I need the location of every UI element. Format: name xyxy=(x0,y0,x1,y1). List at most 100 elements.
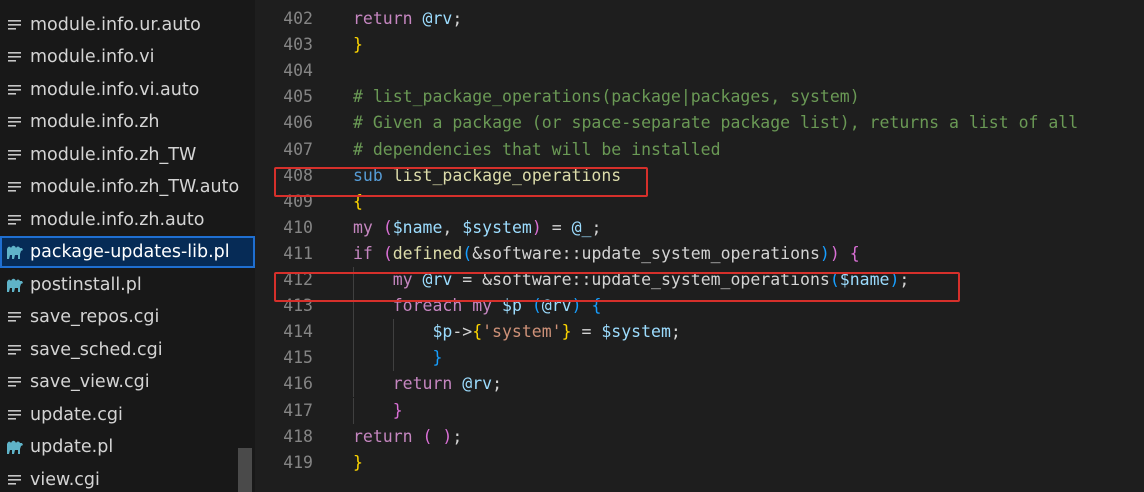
code-text: return @rv; xyxy=(353,6,462,32)
file-item[interactable]: update.cgi xyxy=(0,399,255,431)
code-token: ; xyxy=(452,426,463,446)
file-name: module.info.zh.auto xyxy=(30,210,205,230)
code-token: ( ) xyxy=(422,426,453,446)
code-editor[interactable]: 402 return @rv; 403} 404 405 # list_package_o… xyxy=(255,0,1144,492)
code-token: &software::update_system_operations xyxy=(472,243,820,263)
text-file-icon xyxy=(4,409,26,421)
perl-camel-icon xyxy=(4,244,26,260)
text-file-icon xyxy=(4,474,26,486)
code-token: { xyxy=(472,322,483,342)
code-line: 410 my ($name, $system) = @_; xyxy=(255,215,1144,241)
file-item[interactable]: module.info.zh xyxy=(0,106,255,138)
code-line: 406 # Given a package (or space-separate … xyxy=(255,110,1144,136)
code-line: 415} xyxy=(255,345,1144,372)
code-text: return @rv; xyxy=(393,371,502,397)
code-token: $name xyxy=(392,217,443,237)
code-text: $p->{'system'} = $system; xyxy=(432,319,680,345)
code-line: 414 $p->{'system'} = $system; xyxy=(255,319,1144,346)
code-token: # list_package_operations(package|packag… xyxy=(353,87,860,107)
file-item[interactable]: module.info.zh_TW.auto xyxy=(0,171,255,203)
file-name: postinstall.pl xyxy=(30,275,142,295)
code-token: } xyxy=(353,452,363,472)
code-text: # dependencies that will be installed xyxy=(353,137,721,163)
file-item[interactable]: save_repos.cgi xyxy=(0,301,255,333)
line-number: 406 xyxy=(283,113,313,133)
text-file-icon xyxy=(4,149,26,161)
file-name: module.info.vi.auto xyxy=(30,80,200,100)
code-token: @rv xyxy=(462,374,493,394)
highlight-box-sub-declaration xyxy=(274,167,648,197)
line-number: 419 xyxy=(283,452,313,472)
text-file-icon xyxy=(4,19,26,31)
file-item[interactable]: view.cgi xyxy=(0,464,255,492)
code-token: $system xyxy=(601,322,671,342)
code-token: = xyxy=(571,322,602,342)
code-token: $p xyxy=(432,322,453,342)
line-number: 418 xyxy=(283,426,313,446)
file-item[interactable]: save_view.cgi xyxy=(0,366,255,398)
code-token: { xyxy=(849,243,860,263)
perl-camel-icon xyxy=(4,439,26,455)
file-item[interactable]: postinstall.pl xyxy=(0,269,255,301)
code-token: $system xyxy=(462,217,532,237)
code-token: ; xyxy=(452,9,463,28)
file-item[interactable]: update.pl xyxy=(0,431,255,463)
file-name: module.info.zh xyxy=(30,112,160,132)
file-explorer: module.info.ur.auto module.info.vi module.… xyxy=(0,0,255,492)
code-token: ( xyxy=(382,217,393,237)
code-line: 403} xyxy=(255,32,1144,58)
line-number: 404 xyxy=(283,61,313,81)
file-item[interactable]: module.info.zh.auto xyxy=(0,204,255,236)
indent-guide xyxy=(353,345,354,372)
line-number: 402 xyxy=(283,9,313,28)
file-item[interactable]: package-updates-lib.pl xyxy=(0,236,255,268)
text-file-icon xyxy=(4,344,26,356)
code-line: 407 # dependencies that will be installed xyxy=(255,137,1144,163)
code-token: ) xyxy=(829,243,840,263)
file-item[interactable]: module.info.vi.auto xyxy=(0,74,255,106)
code-line: 416 return @rv; xyxy=(255,371,1144,398)
file-item[interactable]: module.info.zh_TW xyxy=(0,139,255,171)
code-token: ; xyxy=(591,217,602,237)
file-name: module.info.vi xyxy=(30,47,155,67)
file-name: save_view.cgi xyxy=(30,372,150,392)
file-name: module.info.ur.auto xyxy=(30,15,201,35)
line-number: 410 xyxy=(283,217,313,237)
file-name: module.info.zh_TW.auto xyxy=(30,177,240,197)
code-token: -> xyxy=(452,322,473,342)
indent-guide xyxy=(392,319,394,346)
line-number: 416 xyxy=(283,374,313,394)
code-token: } xyxy=(353,35,363,55)
line-number: 403 xyxy=(283,35,313,55)
line-number: 407 xyxy=(283,139,313,159)
file-item[interactable]: module.info.vi xyxy=(0,41,255,73)
file-name: save_repos.cgi xyxy=(30,307,160,327)
file-name: view.cgi xyxy=(30,470,100,490)
code-text: } xyxy=(353,450,363,476)
file-item[interactable]: save_sched.cgi xyxy=(0,334,255,366)
indent-guide xyxy=(353,371,354,398)
code-token: return xyxy=(392,374,463,394)
highlight-box-update-system-call xyxy=(274,272,960,302)
code-text: # Given a package (or space-separate pac… xyxy=(353,110,1078,136)
text-file-icon xyxy=(4,116,26,128)
file-item[interactable]: module.info.ur.auto xyxy=(0,9,255,41)
indent-guide xyxy=(353,319,354,346)
code-token: = xyxy=(541,217,572,237)
code-token: # dependencies that will be installed xyxy=(353,139,721,159)
text-file-icon xyxy=(4,84,26,96)
code-text: } xyxy=(432,345,442,371)
text-file-icon xyxy=(4,181,26,193)
code-token: } xyxy=(561,322,572,342)
code-token: my xyxy=(353,217,383,237)
text-file-icon xyxy=(4,311,26,323)
indent-guide xyxy=(392,345,394,372)
text-file-icon xyxy=(4,51,26,63)
code-text: my ($name, $system) = @_; xyxy=(353,215,601,241)
text-file-icon xyxy=(4,376,26,388)
code-token: return xyxy=(353,426,423,446)
code-text: return ( ); xyxy=(353,424,462,450)
code-line: 405 # list_package_operations(package|pac… xyxy=(255,84,1144,110)
explorer-scrollbar[interactable] xyxy=(238,448,252,492)
